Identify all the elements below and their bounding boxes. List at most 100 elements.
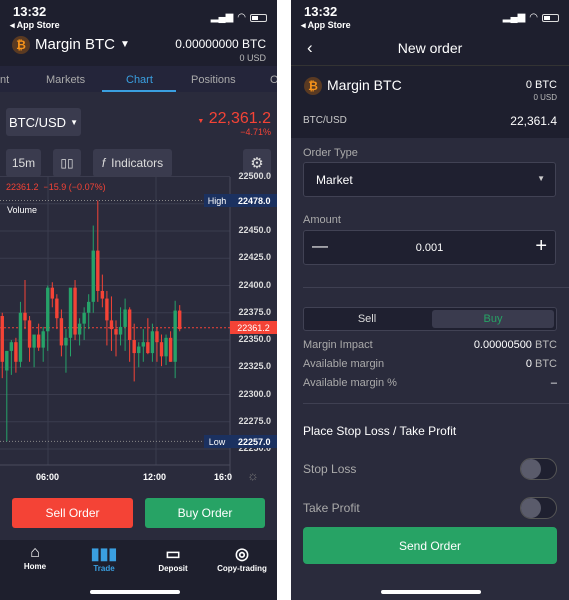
candle-body (123, 309, 127, 327)
candle-body (18, 312, 23, 362)
nav-copy-trading[interactable]: ◎ Copy-trading (207, 544, 277, 573)
divider (303, 287, 569, 288)
candle-body (141, 342, 145, 347)
price-tick: 22425.0 (238, 252, 271, 263)
margin-impact-value: 0.00000500 BTC (474, 339, 557, 351)
price-tick: 22350.0 (238, 334, 271, 344)
candle-body (41, 331, 45, 348)
candle-body (105, 298, 109, 321)
candle-body (127, 309, 132, 340)
available-margin-pct-label: Available margin % (303, 377, 397, 389)
candle-body (32, 334, 36, 348)
candle-body (132, 340, 136, 354)
sell-order-button[interactable]: Sell Order (12, 498, 133, 528)
home-indicator (381, 590, 481, 594)
amount-value[interactable]: 0.001 (304, 242, 555, 254)
sell-tab[interactable]: Sell (304, 308, 430, 330)
unit: BTC (531, 339, 557, 351)
candle-body (50, 287, 54, 299)
high-value: 22478.0 (238, 195, 271, 206)
candle-body (77, 323, 82, 335)
value: 0.00000500 (473, 339, 532, 351)
candle-body (159, 342, 164, 357)
divider (291, 65, 569, 66)
candle-body (64, 337, 68, 346)
bar-chart-icon: ▮▮▮ (90, 546, 118, 563)
candle-body (46, 287, 50, 332)
gear-icon[interactable]: ☼ (247, 468, 259, 483)
time-tick: 16:0 (214, 472, 233, 482)
candle-body (146, 342, 150, 354)
price-tick: 22375.0 (238, 306, 271, 317)
nav-home[interactable]: ⌂ Home (0, 544, 70, 571)
low-label: Low (208, 436, 226, 447)
candle-body (59, 318, 64, 346)
sltp-title: Place Stop Loss / Take Profit (303, 424, 457, 438)
low-tag: Low 22257.0 (204, 435, 277, 448)
amount-stepper[interactable]: —0.001 + (303, 230, 556, 265)
candlestick-chart[interactable] (0, 0, 277, 500)
candle-body (87, 301, 91, 313)
candle-body (137, 346, 141, 354)
bottom-nav: ⌂ Home ▮▮▮ Trade ▭ Deposit ◎ Copy-trading (0, 540, 277, 600)
buy-tab[interactable]: Buy (432, 310, 554, 328)
plus-button[interactable]: + (535, 235, 547, 258)
price-tick: 22400.0 (238, 279, 271, 290)
available-margin-value: 0 BTC (526, 358, 557, 370)
status-time: 13:32 (304, 4, 338, 19)
candle-body (164, 337, 168, 357)
side-toggle: Sell Buy (303, 307, 557, 331)
price-tick: 22275.0 (238, 415, 271, 426)
home-icon: ⌂ (30, 544, 40, 561)
candle-body (9, 342, 14, 351)
take-profit-label: Take Profit (303, 501, 360, 515)
price-tick: 22500.0 (238, 170, 271, 181)
candle-body (36, 334, 41, 348)
take-profit-toggle[interactable] (520, 497, 557, 519)
send-order-button[interactable]: Send Order (303, 527, 557, 564)
price-tick: 22450.0 (238, 225, 271, 235)
candle-body (0, 316, 4, 362)
candle-body (5, 350, 9, 371)
stop-loss-label: Stop Loss (303, 462, 357, 476)
candle-body (96, 250, 100, 291)
time-tick: 12:00 (143, 472, 167, 482)
order-type-value: Market (316, 173, 353, 187)
buy-order-button[interactable]: Buy Order (145, 498, 265, 528)
status-icons: ▂▄▆ ◠ (503, 12, 559, 23)
nav-label: Deposit (158, 564, 188, 573)
stop-loss-toggle[interactable] (520, 458, 557, 480)
available-margin-pct-value: – (550, 377, 557, 389)
candle-body (118, 326, 123, 335)
candle-body (155, 331, 159, 343)
wifi-icon: ◠ (529, 12, 538, 23)
signal-icon: ▂▄▆ (502, 12, 526, 23)
candle-body (23, 312, 27, 321)
candle-body (82, 312, 86, 324)
available-margin-label: Available margin (303, 358, 385, 370)
balance-usd: 0 USD (533, 93, 557, 102)
candle-body (100, 290, 105, 299)
order-type-select[interactable]: Market ▼ (303, 162, 556, 197)
high-tag: High 22478.0 (204, 194, 277, 207)
candle-body (114, 329, 118, 335)
nav-label: Trade (93, 564, 115, 573)
candle-body (27, 320, 32, 348)
candle-body (68, 287, 73, 338)
high-label: High (207, 195, 227, 206)
back-to-app-store[interactable]: ◂ App Store (301, 20, 351, 31)
divider (303, 403, 569, 404)
nav-deposit[interactable]: ▭ Deposit (138, 544, 208, 573)
candle-body (109, 320, 114, 330)
candle-body (55, 298, 59, 319)
home-indicator (90, 590, 180, 594)
candle-body (168, 337, 173, 362)
bitcoin-icon: ₿ (304, 77, 322, 95)
battery-icon (542, 13, 559, 22)
candle-body (14, 342, 18, 362)
margin-impact-label: Margin Impact (303, 339, 373, 351)
nav-trade[interactable]: ▮▮▮ Trade (69, 544, 139, 573)
account-name: Margin BTC (327, 77, 402, 93)
current-price-tag: 22361.2 (230, 321, 277, 334)
nav-label: Home (23, 562, 47, 571)
